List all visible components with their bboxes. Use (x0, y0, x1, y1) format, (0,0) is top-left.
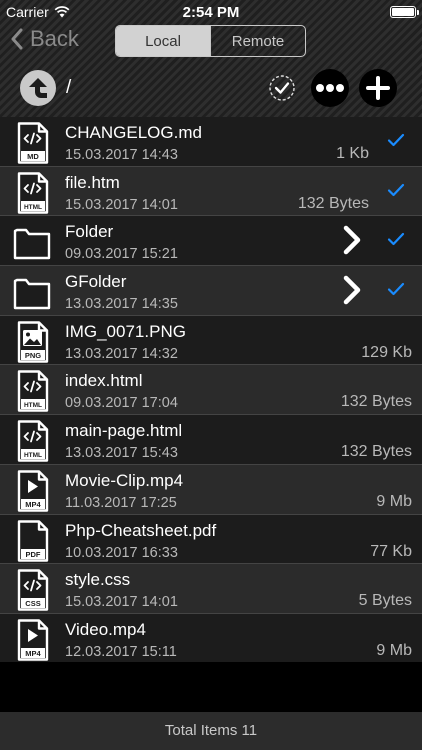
file-type-label: MD (27, 152, 39, 161)
item-size: 132 Bytes (340, 393, 412, 411)
file-type-label: PNG (25, 351, 41, 360)
select-all-icon[interactable] (268, 74, 296, 102)
file-type-label: MP4 (25, 500, 41, 509)
status-time: 2:54 PM (182, 4, 240, 21)
checkmark-icon (387, 183, 405, 196)
file-row[interactable]: CSS style.css 15.03.2017 14:01 5 Bytes (0, 564, 422, 614)
code-file-icon: CSS (17, 569, 49, 611)
item-size: 77 Kb (370, 542, 412, 560)
segment-local[interactable]: Local (116, 26, 210, 56)
item-name: Folder (65, 222, 114, 242)
chevron-left-icon (11, 28, 23, 50)
toolbar: / (0, 66, 422, 112)
file-row[interactable]: HTML file.htm 15.03.2017 14:01 132 Bytes (0, 166, 422, 217)
item-name: style.css (65, 570, 131, 590)
file-type-label: MP4 (25, 649, 41, 658)
folder-row[interactable]: GFolder 13.03.2017 14:35 (0, 266, 422, 316)
item-size: 132 Bytes (297, 194, 369, 212)
battery-level (392, 8, 414, 16)
code-file-icon: HTML (17, 420, 49, 462)
item-date: 15.03.2017 14:01 (65, 594, 178, 611)
checkmark-icon (387, 233, 405, 246)
ellipsis-icon (316, 84, 344, 92)
file-type-label: PDF (26, 550, 41, 559)
back-button[interactable]: Back (10, 26, 79, 52)
nav-bar: Back Local Remote (0, 22, 422, 62)
video-file-icon: MP4 (17, 470, 49, 512)
back-label: Back (30, 26, 79, 51)
item-name: GFolder (65, 272, 127, 292)
status-bar: Carrier 2:54 PM (0, 0, 422, 24)
file-row[interactable]: MP4 Video.mp4 12.03.2017 15:11 9 Mb (0, 613, 422, 664)
file-row[interactable]: MP4 Movie-Clip.mp4 11.03.2017 17:25 9 Mb (0, 464, 422, 515)
item-size: 5 Bytes (358, 592, 412, 610)
item-date: 13.03.2017 14:35 (65, 296, 178, 313)
checkmark-icon (387, 282, 405, 296)
file-type-label: HTML (24, 402, 42, 409)
more-button[interactable] (311, 69, 349, 107)
list-empty-area (0, 662, 422, 712)
item-date: 13.03.2017 15:43 (65, 445, 178, 462)
arrow-up-icon (29, 78, 47, 98)
item-date: 12.03.2017 15:11 (65, 643, 177, 660)
parent-directory-button[interactable] (20, 70, 56, 106)
file-type-label: CSS (25, 599, 40, 608)
add-button[interactable] (359, 69, 397, 107)
file-row[interactable]: PDF Php-Cheatsheet.pdf 10.03.2017 16:33 77 … (0, 514, 422, 565)
item-size: 1 Kb (336, 145, 369, 162)
code-file-icon: MD (17, 122, 49, 164)
video-file-icon: MP4 (17, 619, 49, 661)
item-name: CHANGELOG.md (65, 123, 202, 142)
footer-bar: Total Items 11 (0, 712, 422, 750)
chevron-right-icon (343, 226, 361, 255)
item-size: 9 Mb (376, 492, 412, 510)
item-date: 15.03.2017 14:43 (65, 147, 178, 163)
item-date: 09.03.2017 15:21 (65, 246, 178, 263)
item-size: 129 Kb (361, 343, 412, 361)
document-file-icon: PDF (17, 519, 49, 562)
folder-row[interactable]: Folder 09.03.2017 15:21 (0, 216, 422, 267)
item-name: Php-Cheatsheet.pdf (65, 520, 217, 540)
item-date: 09.03.2017 17:04 (65, 395, 178, 412)
chevron-right-icon (343, 275, 361, 305)
item-size: 9 Mb (376, 641, 412, 659)
item-name: Movie-Clip.mp4 (65, 470, 184, 490)
file-type-label: HTML (24, 452, 42, 459)
item-name: main-page.html (65, 421, 183, 441)
item-name: Video.mp4 (65, 619, 146, 639)
item-date: 13.03.2017 14:32 (65, 345, 178, 362)
item-size: 132 Bytes (340, 443, 412, 461)
plus-icon (366, 76, 390, 100)
code-file-icon: HTML (17, 370, 49, 413)
current-path: / (66, 77, 72, 98)
battery-icon (390, 6, 419, 18)
file-row[interactable]: HTML index.html 09.03.2017 17:04 132 Bytes (0, 365, 422, 416)
file-type-label: HTML (24, 204, 42, 211)
file-row[interactable]: PNG IMG_0071.PNG 13.03.2017 14:32 129 Kb (0, 315, 422, 366)
checkmark-icon (387, 133, 405, 147)
file-row[interactable]: MD CHANGELOG.md 15.03.2017 14:43 1 Kb (0, 117, 422, 167)
segment-remote[interactable]: Remote (210, 26, 305, 56)
folder-icon (13, 278, 51, 310)
item-date: 11.03.2017 17:25 (65, 494, 177, 511)
item-name: file.htm (65, 172, 120, 192)
folder-icon (13, 229, 51, 260)
total-items-label: Total Items 11 (164, 722, 258, 739)
item-date: 10.03.2017 16:33 (65, 544, 178, 561)
location-segmented-control: Local Remote (115, 25, 306, 57)
image-file-icon: PNG (17, 321, 49, 363)
code-file-icon: HTML (17, 171, 49, 214)
item-name: IMG_0071.PNG (65, 321, 186, 341)
item-date: 15.03.2017 14:01 (65, 196, 178, 213)
file-list: MD CHANGELOG.md 15.03.2017 14:43 1 Kb HTML fi… (0, 117, 422, 664)
file-row[interactable]: HTML main-page.html 13.03.2017 15:43 132 By… (0, 415, 422, 465)
item-name: index.html (65, 371, 143, 391)
